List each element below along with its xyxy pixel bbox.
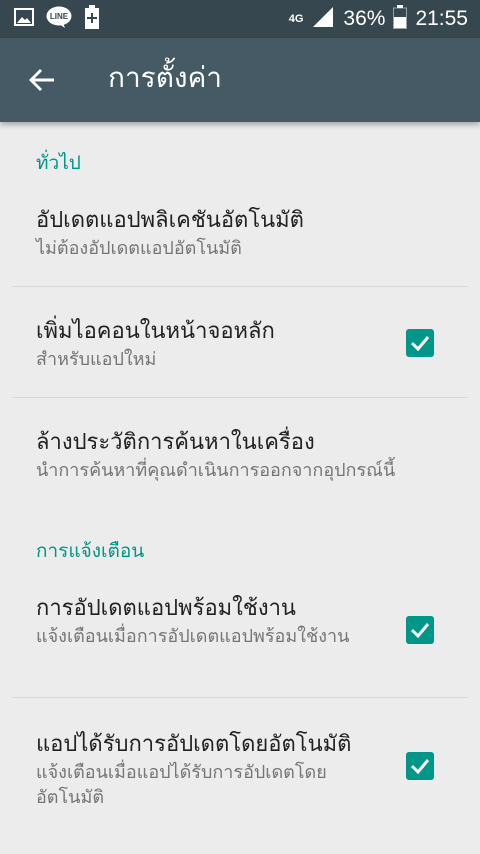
network-type-label: 4G [288,13,304,25]
apps-auto-updated-checkbox[interactable] [406,752,434,780]
pref-title: แอปได้รับการอัปเดตโดยอัตโนมัติ [36,732,352,757]
line-app-icon: LINE [46,6,72,32]
app-bar: การตั้งค่า [0,38,480,122]
pref-title: การอัปเดตแอปพร้อมใช้งาน [36,596,296,621]
pref-summary: สำหรับแอปใหม่ [36,349,157,370]
arrow-back-icon[interactable] [28,66,56,94]
pref-title: เพิ่มไอคอนในหน้าจอหลัก [36,319,275,344]
svg-text:LINE: LINE [50,12,69,21]
pref-auto-update-apps[interactable]: อัปเดตแอปพลิเคชันอัตโนมัติ ไม่ต้องอัปเดต… [0,192,480,286]
page-title: การตั้งค่า [108,61,223,94]
section-header-notifications: การแจ้งเตือน [36,540,145,562]
status-bar: LINE 4G 36% 21:55 [0,0,480,38]
pref-summary: นำการค้นหาที่คุณดำเนินการออกจากอุปกรณ์นี… [36,460,396,481]
pref-apps-auto-updated[interactable]: แอปได้รับการอัปเดตโดยอัตโนมัติ แจ้งเตือน… [0,698,480,834]
status-bar-left: LINE [14,5,100,33]
pref-add-home-icon[interactable]: เพิ่มไอคอนในหน้าจอหลัก สำหรับแอปใหม่ [0,287,480,397]
app-update-available-checkbox[interactable] [406,616,434,644]
pref-summary: แจ้งเตือนเมื่อแอปได้รับการอัปเดตโดยอัตโน… [36,762,327,808]
section-header-general: ทั่วไป [36,152,81,174]
battery-saver-plus-icon [84,5,100,33]
pref-clear-search-history[interactable]: ล้างประวัติการค้นหาในเครื่อง นำการค้นหาท… [0,398,480,508]
pref-title: ล้างประวัติการค้นหาในเครื่อง [36,430,315,455]
battery-percent: 36% [343,7,386,30]
pref-summary: แจ้งเตือนเมื่อการอัปเดตแอปพร้อมใช้งาน [36,626,350,647]
image-icon [14,7,34,31]
pref-app-update-available[interactable]: การอัปเดตแอปพร้อมใช้งาน แจ้งเตือนเมื่อกา… [0,574,480,697]
status-bar-right: 4G 36% 21:55 [289,5,468,33]
pref-title: อัปเดตแอปพลิเคชันอัตโนมัติ [36,208,304,233]
add-home-icon-checkbox[interactable] [406,329,434,357]
battery-icon [393,5,408,33]
clock: 21:55 [415,7,468,30]
pref-summary: ไม่ต้องอัปเดตแอปอัตโนมัติ [36,238,242,259]
signal-icon [311,6,335,32]
